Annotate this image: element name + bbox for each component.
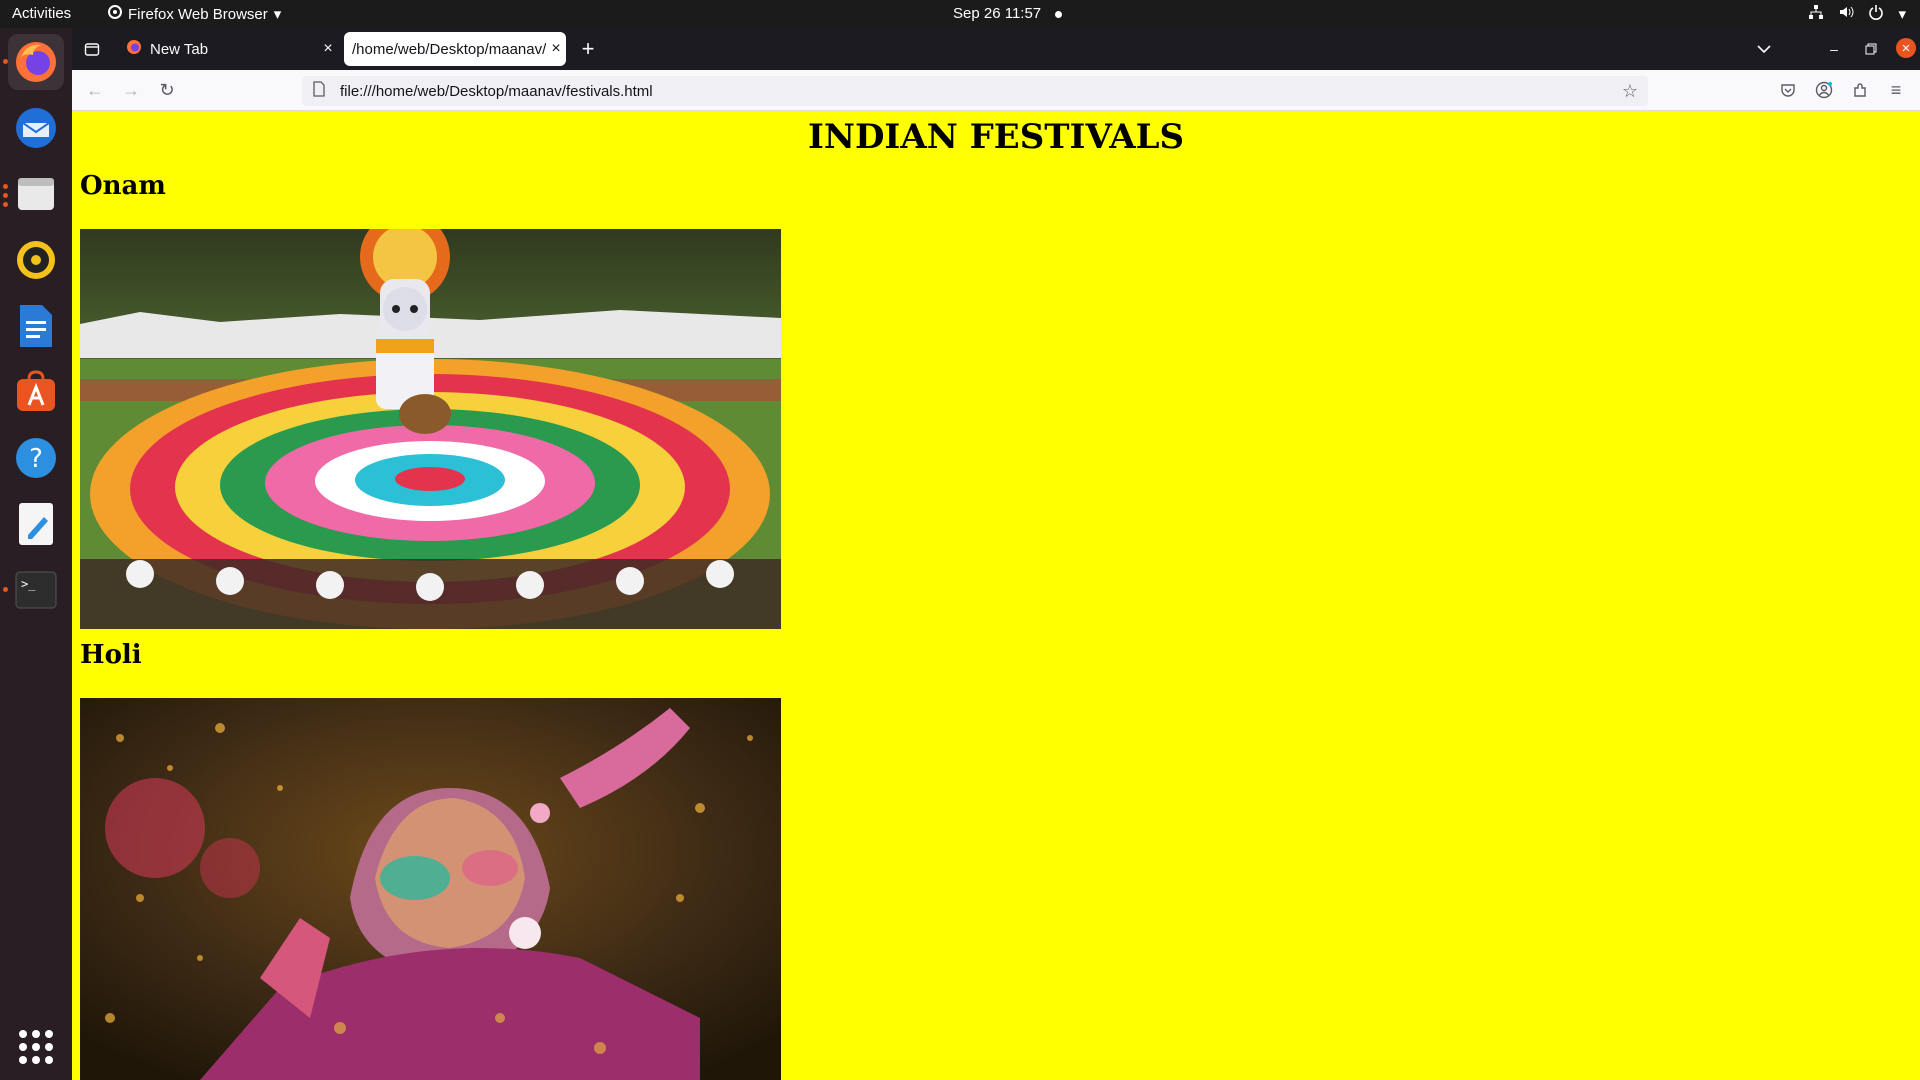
volume-icon[interactable] bbox=[1838, 4, 1854, 24]
page-icon bbox=[312, 81, 326, 101]
back-icon[interactable]: ← bbox=[85, 80, 105, 100]
running-indicator bbox=[3, 184, 8, 189]
help-icon: ? bbox=[16, 438, 56, 478]
dock-files[interactable] bbox=[8, 166, 64, 222]
power-icon[interactable] bbox=[1868, 4, 1884, 24]
network-icon[interactable] bbox=[1808, 4, 1824, 24]
bookmark-star-icon[interactable]: ☆ bbox=[1622, 81, 1638, 102]
running-indicator bbox=[3, 59, 8, 64]
dock-writer[interactable] bbox=[8, 298, 64, 354]
clock[interactable]: Sep 26 11:57 bbox=[953, 5, 1063, 22]
clock-label: Sep 26 11:57 bbox=[953, 5, 1042, 22]
festival-heading: Holi bbox=[80, 640, 142, 670]
close-window-icon[interactable]: × bbox=[1896, 38, 1916, 58]
dock: ? >_ bbox=[0, 28, 72, 1080]
firefox-icon bbox=[16, 42, 56, 82]
dock-help[interactable]: ? bbox=[8, 430, 64, 486]
firefox-window: New Tab × /home/web/Desktop/maanav/festi… bbox=[72, 28, 1920, 1080]
rhythmbox-icon bbox=[17, 241, 55, 279]
pocket-icon[interactable] bbox=[1778, 80, 1798, 100]
dock-text-editor[interactable] bbox=[8, 496, 64, 552]
running-indicator bbox=[3, 587, 8, 592]
close-tab-icon[interactable]: × bbox=[546, 40, 566, 58]
svg-text:>_: >_ bbox=[21, 577, 36, 591]
writer-icon bbox=[20, 305, 52, 347]
tab-label: /home/web/Desktop/maanav/festivals.html bbox=[352, 40, 546, 58]
show-apps-button[interactable] bbox=[19, 1030, 53, 1064]
system-top-bar: Activities Firefox Web Browser ▾ Sep 26 … bbox=[0, 0, 1920, 28]
dock-firefox[interactable] bbox=[8, 34, 64, 90]
firefox-view-icon[interactable] bbox=[82, 39, 102, 59]
hamburger-menu-icon[interactable]: ≡ bbox=[1886, 80, 1906, 100]
chevron-down-icon[interactable]: ▾ bbox=[1898, 5, 1906, 23]
files-icon bbox=[18, 178, 54, 210]
tab-strip: New Tab × /home/web/Desktop/maanav/festi… bbox=[72, 28, 1920, 70]
tab-label: New Tab bbox=[150, 40, 209, 58]
account-icon[interactable] bbox=[1814, 80, 1834, 100]
firefox-small-icon bbox=[108, 5, 122, 23]
page-content: INDIAN FESTIVALS Onam Holi bbox=[72, 111, 1920, 1080]
chevron-down-icon: ▾ bbox=[273, 6, 282, 23]
restore-icon[interactable] bbox=[1861, 39, 1881, 59]
dock-terminal[interactable]: >_ bbox=[8, 562, 64, 618]
app-menu-label: Firefox Web Browser bbox=[128, 5, 268, 23]
running-indicator bbox=[3, 193, 8, 198]
dock-rhythmbox[interactable] bbox=[8, 232, 64, 288]
tab-new-tab[interactable]: New Tab × bbox=[116, 32, 338, 66]
list-all-tabs-icon[interactable] bbox=[1754, 39, 1774, 59]
url-bar[interactable]: file:///home/web/Desktop/maanav/festival… bbox=[302, 76, 1648, 106]
extensions-icon[interactable] bbox=[1850, 80, 1870, 100]
svg-text:?: ? bbox=[29, 444, 43, 474]
activities-button[interactable]: Activities bbox=[12, 5, 71, 22]
reload-icon[interactable]: ↻ bbox=[157, 80, 177, 100]
notification-dot-icon bbox=[1055, 10, 1063, 18]
terminal-icon: >_ bbox=[15, 571, 57, 609]
app-menu[interactable]: Firefox Web Browser ▾ bbox=[108, 5, 281, 23]
festival-heading: Onam bbox=[80, 171, 166, 201]
tab-festivals[interactable]: /home/web/Desktop/maanav/festivals.html … bbox=[344, 32, 566, 66]
close-tab-icon[interactable]: × bbox=[318, 40, 338, 58]
festival-image bbox=[80, 229, 781, 629]
system-tray[interactable]: ▾ bbox=[1808, 4, 1906, 24]
running-indicator bbox=[3, 202, 8, 207]
firefox-tab-icon bbox=[126, 39, 142, 59]
forward-icon[interactable]: → bbox=[121, 80, 141, 100]
url-text: file:///home/web/Desktop/maanav/festival… bbox=[340, 82, 653, 100]
dock-app-center[interactable] bbox=[8, 364, 64, 420]
dock-thunderbird[interactable] bbox=[8, 100, 64, 156]
minimize-icon[interactable]: – bbox=[1824, 39, 1844, 59]
page-title: INDIAN FESTIVALS bbox=[807, 117, 1185, 157]
text-editor-icon bbox=[19, 503, 53, 545]
new-tab-icon[interactable]: + bbox=[578, 36, 598, 61]
thunderbird-icon bbox=[16, 108, 56, 148]
festival-image bbox=[80, 698, 781, 1080]
navigation-toolbar: ← → ↻ file:///home/web/Desktop/maanav/fe… bbox=[72, 70, 1920, 111]
app-center-icon bbox=[17, 370, 55, 411]
